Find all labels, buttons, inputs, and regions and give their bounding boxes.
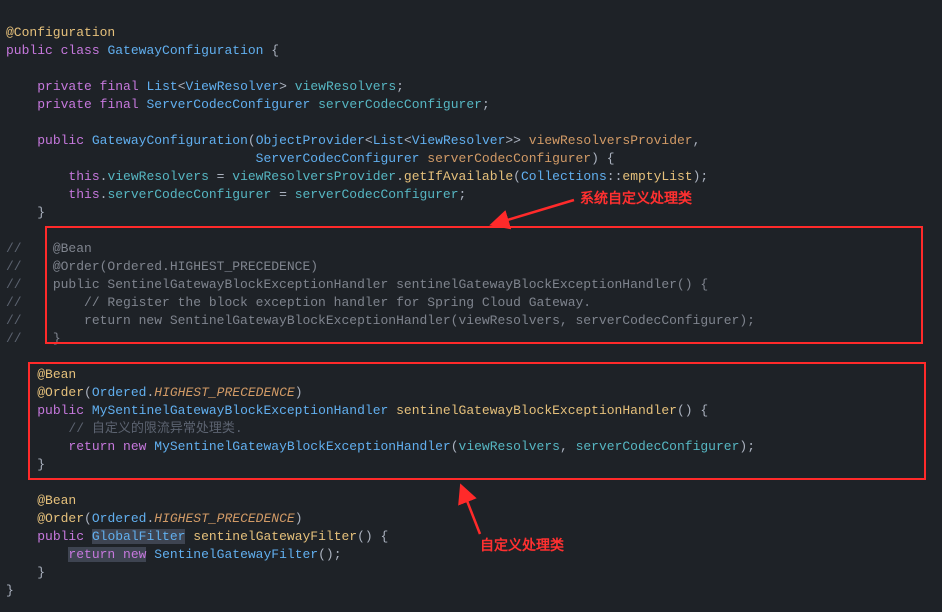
var: viewResolversProvider [232,169,396,184]
keyword: private [37,79,92,94]
keyword: this [68,187,99,202]
punct: ) { [591,151,614,166]
comment-slash: // [6,295,22,310]
annotation: @Order [37,385,84,400]
const: HIGHEST_PRECEDENCE [154,511,294,526]
code-editor: @Configuration public class GatewayConfi… [0,0,942,600]
type: ObjectProvider [256,133,365,148]
keyword: return [68,439,115,454]
keyword: this [68,169,99,184]
keyword: public [37,403,84,418]
comment: return new SentinelGatewayBlockException… [22,313,755,328]
type: ViewResolver [412,133,506,148]
annotation: @Bean [37,367,76,382]
field: viewResolvers [107,169,208,184]
type: List [373,133,404,148]
param: viewResolversProvider [529,133,693,148]
field: serverCodecConfigurer [318,97,482,112]
comment-slash: // [6,313,22,328]
field: viewResolvers [295,79,396,94]
keyword: new [123,439,146,454]
comment: // Register the block exception handler … [22,295,592,310]
method: sentinelGatewayBlockExceptionHandler [396,403,677,418]
comment: // 自定义的限流异常处理类. [68,421,242,436]
type: ViewResolver [186,79,280,94]
keyword: return [68,547,115,562]
brace: } [37,565,45,580]
comment-slash: // [6,241,22,256]
method-ref: emptyList [622,169,692,184]
keyword: public [37,133,84,148]
op: = [209,169,232,184]
brace: } [6,583,14,598]
keyword: public [6,43,53,58]
ctor: GatewayConfiguration [92,133,248,148]
comment: @Bean [22,241,92,256]
annotation: @Bean [37,493,76,508]
brace: } [37,205,45,220]
class-name: GatewayConfiguration [107,43,263,58]
method: getIfAvailable [404,169,513,184]
type: ServerCodecConfigurer [146,97,310,112]
type: List [146,79,177,94]
const: HIGHEST_PRECEDENCE [154,385,294,400]
comment-slash: // [6,277,22,292]
var: serverCodecConfigurer [295,187,459,202]
arg: serverCodecConfigurer [576,439,740,454]
method: sentinelGatewayFilter [193,529,357,544]
type: GlobalFilter [92,529,186,544]
annotation: @Order [37,511,84,526]
keyword: public [37,529,84,544]
type: Ordered [92,511,147,526]
keyword: final [100,79,139,94]
keyword: class [61,43,100,58]
keyword: new [123,547,146,562]
type: Collections [521,169,607,184]
punct: () { [677,403,708,418]
type: ServerCodecConfigurer [256,151,420,166]
comment-slash: // [6,259,22,274]
field: serverCodecConfigurer [107,187,271,202]
arg: viewResolvers [459,439,560,454]
comment-slash: // [6,331,22,346]
annotation: @Configuration [6,25,115,40]
keyword: final [100,97,139,112]
type: MySentinelGatewayBlockExceptionHandler [92,403,388,418]
punct: () { [357,529,388,544]
keyword: private [37,97,92,112]
brace: } [37,457,45,472]
ctor: MySentinelGatewayBlockExceptionHandler [154,439,450,454]
type: Ordered [92,385,147,400]
op: = [271,187,294,202]
punct: { [263,43,279,58]
param: serverCodecConfigurer [427,151,591,166]
ctor: SentinelGatewayFilter [154,547,318,562]
comment: @Order(Ordered.HIGHEST_PRECEDENCE) [22,259,318,274]
comment: } [22,331,61,346]
comment: public SentinelGatewayBlockExceptionHand… [22,277,709,292]
